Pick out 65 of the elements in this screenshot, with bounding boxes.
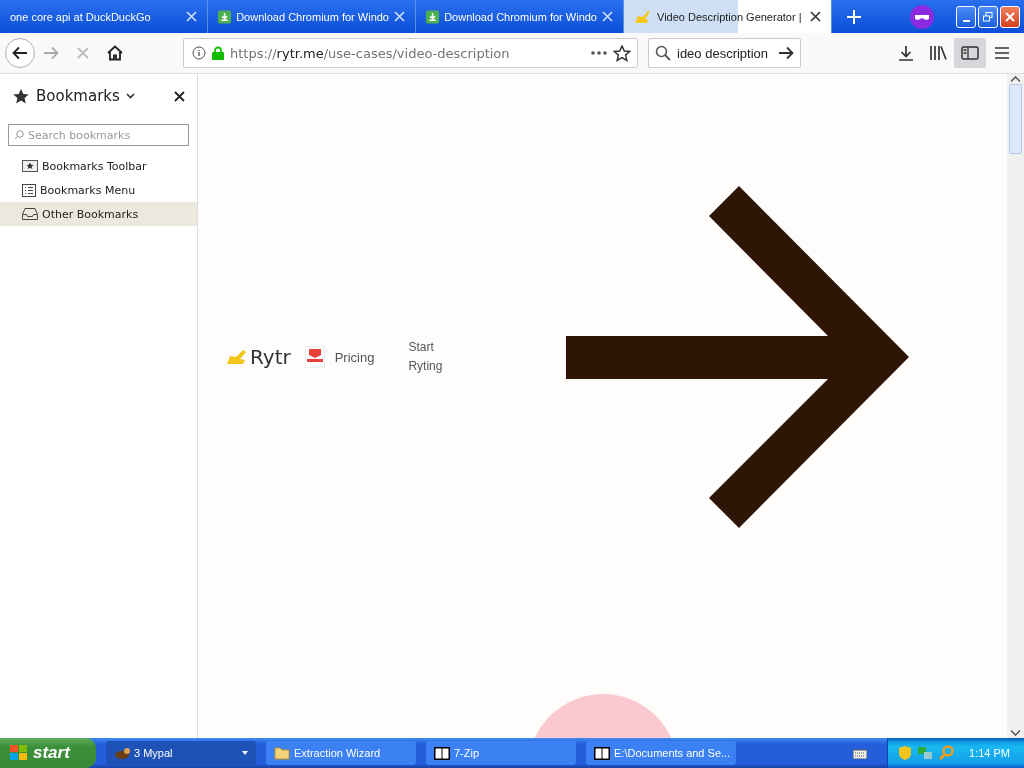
sidebar-icon	[961, 46, 979, 60]
tray-icon	[22, 208, 38, 220]
logo-text[interactable]: Rytr	[250, 345, 291, 369]
folder-icon	[274, 746, 290, 760]
menu-icon	[994, 46, 1010, 60]
archive-icon	[434, 746, 450, 760]
mask-icon	[910, 4, 934, 29]
taskbar-button[interactable]: Extraction Wizard	[266, 741, 416, 765]
info-icon[interactable]	[192, 46, 206, 60]
minimize-button[interactable]	[956, 5, 976, 28]
new-tab-icon[interactable]	[846, 8, 862, 25]
animal-icon	[114, 746, 130, 760]
star-folder-icon	[22, 160, 38, 172]
taskbar-button[interactable]: E:\Documents and Se...	[586, 741, 736, 765]
scroll-down-icon[interactable]	[1011, 730, 1020, 736]
bookmark-folder[interactable]: Bookmarks Menu	[0, 178, 197, 202]
download-icon	[218, 8, 232, 25]
search-icon	[655, 45, 671, 61]
archive-icon	[594, 746, 610, 760]
star-icon[interactable]	[613, 44, 631, 62]
star-icon	[12, 87, 30, 105]
sidebar-title[interactable]: Bookmarks	[36, 87, 120, 105]
scroll-thumb[interactable]	[1009, 84, 1022, 154]
more-icon[interactable]	[591, 51, 607, 55]
bookmark-folder[interactable]: Bookmarks Toolbar	[0, 154, 197, 178]
address-bar[interactable]: https://rytr.me/use-cases/video-description	[183, 38, 638, 68]
forward-arrow-icon	[43, 46, 59, 60]
bookmark-folder[interactable]: Other Bookmarks	[0, 202, 197, 226]
back-button[interactable]	[5, 38, 35, 68]
start-button[interactable]: start	[0, 738, 96, 768]
windows-logo-icon	[10, 745, 28, 761]
minimize-icon	[962, 19, 970, 22]
search-field[interactable]: ideo description	[648, 38, 801, 68]
search-icon	[14, 130, 24, 140]
caret-icon	[242, 751, 248, 755]
nav-link[interactable]: Pricing	[334, 349, 375, 365]
taskbar-button[interactable]: 3 Mypal	[106, 741, 256, 765]
restore-icon	[983, 11, 993, 22]
award-badge-icon	[304, 346, 325, 368]
search-value: ideo description	[677, 45, 770, 61]
lock-icon	[212, 46, 224, 60]
stop-icon	[77, 47, 89, 59]
home-icon	[107, 45, 123, 61]
writing-hand-icon	[226, 349, 248, 365]
close-icon[interactable]	[810, 11, 821, 22]
go-arrow-icon[interactable]	[778, 46, 794, 60]
close-button[interactable]	[1000, 5, 1020, 28]
taskbar-button[interactable]: 7-Zip	[426, 741, 576, 765]
download-icon	[426, 8, 440, 25]
restore-button[interactable]	[978, 5, 998, 28]
download-icon	[898, 45, 914, 61]
library-icon	[929, 45, 947, 61]
close-icon	[1005, 11, 1015, 22]
close-icon[interactable]	[174, 90, 185, 102]
writing-hand-icon	[634, 9, 652, 24]
sidebar-button[interactable]	[954, 38, 986, 68]
browser-tab[interactable]: Video Description Generator |	[624, 0, 832, 33]
chevron-icon[interactable]	[125, 93, 135, 99]
nav-link[interactable]: Start Ryting	[408, 338, 457, 376]
clock: 1:14 PM	[969, 747, 1010, 759]
keyboard-icon[interactable]	[853, 747, 868, 759]
scroll-up-icon[interactable]	[1011, 76, 1020, 82]
scrollbar[interactable]	[1007, 74, 1024, 738]
back-arrow-icon	[12, 46, 28, 60]
list-icon	[22, 183, 36, 197]
